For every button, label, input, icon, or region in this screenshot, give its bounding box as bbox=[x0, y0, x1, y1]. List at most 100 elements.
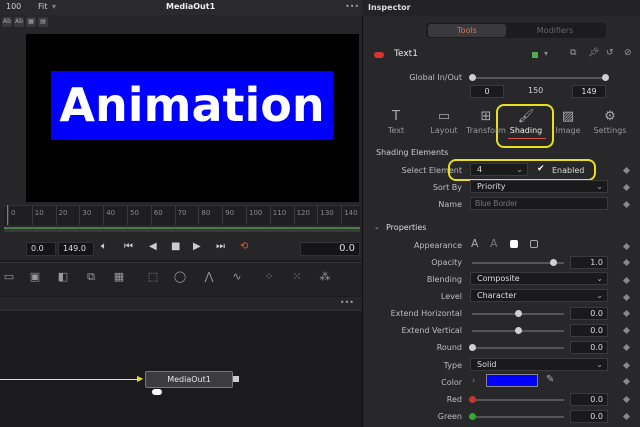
step-back-icon[interactable]: ◀︎ bbox=[149, 241, 157, 252]
extend-vertical-slider-knob[interactable] bbox=[515, 327, 522, 334]
particle-icon[interactable]: ⁂ bbox=[318, 270, 332, 284]
category-transform-label[interactable]: Transform bbox=[466, 126, 506, 135]
zoom-level[interactable]: 100 bbox=[6, 2, 21, 11]
skip-back-icon[interactable]: ⏮︎ bbox=[124, 241, 133, 252]
category-layout-label[interactable]: Layout bbox=[424, 126, 464, 135]
ruler-tick-line bbox=[8, 205, 9, 225]
category-settings-icon[interactable]: ⚙ bbox=[590, 109, 630, 124]
more-icon[interactable]: ••• bbox=[340, 298, 354, 307]
ruler-tick-label: 40 bbox=[106, 209, 116, 217]
polygon-mask-icon[interactable]: ⋀ bbox=[202, 270, 216, 284]
extend-vertical-label: Extend Vertical bbox=[401, 326, 462, 335]
extend-horizontal-field[interactable]: 0.0 bbox=[570, 307, 608, 320]
chevron-down-icon[interactable]: ⌄ bbox=[374, 223, 380, 231]
viewer-tool-icon[interactable]: Ab bbox=[2, 17, 12, 27]
chevron-down-icon[interactable]: ▾ bbox=[544, 49, 548, 58]
current-time-field[interactable]: 0.0 bbox=[26, 242, 56, 256]
round-field[interactable]: 0.0 bbox=[570, 341, 608, 354]
tool-icon[interactable]: ▭ bbox=[2, 270, 16, 284]
extend-horizontal-slider-knob[interactable] bbox=[515, 310, 522, 317]
skip-forward-icon[interactable]: ⏭︎ bbox=[216, 241, 225, 252]
name-input[interactable] bbox=[470, 197, 608, 210]
round-slider[interactable] bbox=[472, 347, 564, 349]
red-label: Red bbox=[446, 395, 462, 404]
blending-dropdown[interactable]: Composite ⌄ bbox=[470, 272, 608, 285]
rectangle-mask-icon[interactable]: ⬚ bbox=[146, 270, 160, 284]
category-text-icon[interactable]: T bbox=[376, 109, 416, 124]
global-inout-label: Global In/Out bbox=[409, 73, 462, 82]
global-range-slider[interactable] bbox=[472, 77, 606, 79]
particle-icon[interactable]: ⁘ bbox=[262, 270, 276, 284]
bspline-mask-icon[interactable]: ∿ bbox=[230, 270, 244, 284]
green-slider[interactable] bbox=[472, 416, 564, 418]
output-port[interactable] bbox=[233, 376, 239, 382]
global-out-knob[interactable] bbox=[602, 74, 609, 81]
node-editor[interactable] bbox=[0, 311, 362, 427]
fit-dropdown[interactable]: Fit bbox=[38, 2, 47, 11]
round-slider-knob[interactable] bbox=[469, 344, 476, 351]
color-tag[interactable] bbox=[532, 52, 538, 58]
sort-by-dropdown[interactable]: Priority ⌄ bbox=[470, 180, 608, 193]
appearance-outline-icon[interactable]: A bbox=[490, 237, 498, 250]
tool-icon[interactable]: ▦ bbox=[112, 270, 126, 284]
name-label: Name bbox=[438, 200, 462, 209]
level-dropdown[interactable]: Character ⌄ bbox=[470, 289, 608, 302]
opacity-slider-knob[interactable] bbox=[549, 259, 557, 266]
node-mediaout[interactable]: MediaOut1 bbox=[145, 371, 233, 388]
chevron-down-icon: ▾ bbox=[52, 2, 57, 11]
viewer-toolbar bbox=[0, 15, 362, 30]
color-swatch[interactable] bbox=[486, 374, 538, 387]
appearance-block-icon[interactable] bbox=[510, 240, 518, 248]
particle-icon[interactable]: ⁙ bbox=[290, 270, 304, 284]
category-image-label[interactable]: Image bbox=[548, 126, 588, 135]
audio-icon[interactable]: 🔈︎ bbox=[101, 241, 107, 252]
global-out-field[interactable]: 149 bbox=[572, 85, 606, 98]
ruler-tick-label: 70 bbox=[177, 209, 187, 217]
more-icon[interactable]: ••• bbox=[345, 2, 359, 11]
tab-tools[interactable]: Tools bbox=[428, 24, 506, 37]
tool-icon[interactable]: ⧉ bbox=[84, 270, 98, 284]
type-dropdown[interactable]: Solid ⌄ bbox=[470, 358, 608, 371]
delete-icon[interactable]: ⊘ bbox=[624, 48, 632, 58]
opacity-field[interactable]: 1.0 bbox=[570, 256, 608, 269]
red-field[interactable]: 0.0 bbox=[570, 393, 608, 406]
ruler-tick-label: 50 bbox=[130, 209, 139, 217]
green-slider-knob[interactable] bbox=[469, 413, 476, 420]
tool-icon[interactable]: ▣ bbox=[28, 270, 42, 284]
stop-icon[interactable]: ■ bbox=[171, 241, 180, 252]
end-time-field[interactable]: 149.0 bbox=[58, 242, 94, 256]
global-in-field[interactable]: 0 bbox=[470, 85, 504, 98]
node-editor-header: ••• bbox=[0, 297, 362, 311]
category-transform-icon[interactable]: ⊞ bbox=[466, 109, 506, 124]
category-settings-label[interactable]: Settings bbox=[590, 126, 630, 135]
category-layout-icon[interactable]: ▭ bbox=[424, 109, 464, 124]
chevron-right-icon[interactable]: › bbox=[472, 376, 475, 385]
red-slider[interactable] bbox=[472, 399, 564, 401]
extend-vertical-field[interactable]: 0.0 bbox=[570, 324, 608, 337]
timecode-field[interactable]: 0.0 bbox=[300, 242, 360, 256]
eyedropper-icon[interactable]: ✎ bbox=[546, 374, 554, 385]
versions-icon[interactable]: ⧉ bbox=[570, 48, 576, 58]
category-shading-icon[interactable]: 🖌 bbox=[506, 109, 546, 124]
global-in-knob[interactable] bbox=[469, 74, 476, 81]
loop-icon[interactable]: ⟲ bbox=[240, 241, 248, 252]
ruler-tick-line bbox=[222, 205, 224, 225]
reset-icon[interactable]: ↺ bbox=[606, 48, 614, 58]
pin-icon[interactable]: 📌︎ bbox=[588, 48, 599, 58]
category-shading-label[interactable]: Shading bbox=[506, 126, 546, 135]
viewer-tool-icon[interactable]: ▤ bbox=[38, 17, 48, 27]
tool-enable-toggle[interactable] bbox=[374, 52, 384, 58]
category-image-icon[interactable]: ▨ bbox=[548, 109, 588, 124]
render-range bbox=[4, 227, 360, 229]
tool-icon[interactable]: ◧ bbox=[56, 270, 70, 284]
viewer-tool-icon[interactable]: ▦ bbox=[26, 17, 36, 27]
tab-modifiers[interactable]: Modifiers bbox=[506, 24, 604, 37]
green-field[interactable]: 0.0 bbox=[570, 410, 608, 423]
ellipse-mask-icon[interactable]: ◯ bbox=[173, 270, 187, 284]
viewer-tool-icon[interactable]: Ab bbox=[14, 17, 24, 27]
play-icon[interactable]: ▶︎ bbox=[193, 241, 201, 252]
appearance-text-fill-icon[interactable]: A bbox=[471, 237, 479, 250]
appearance-border-icon[interactable] bbox=[530, 240, 538, 248]
red-slider-knob[interactable] bbox=[469, 396, 476, 403]
category-text-label[interactable]: Text bbox=[376, 126, 416, 135]
